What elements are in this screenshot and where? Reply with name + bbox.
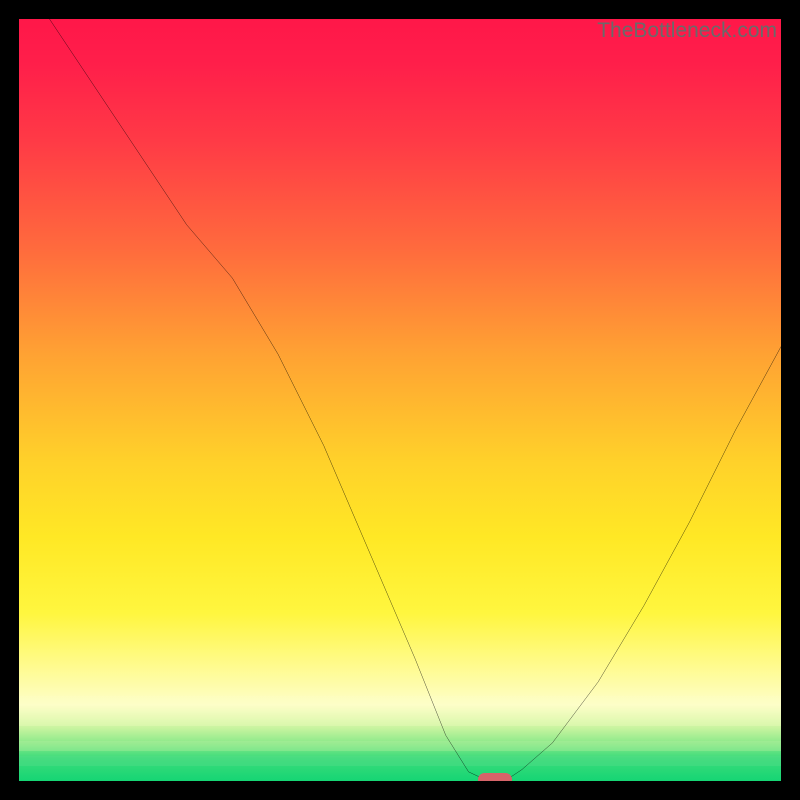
chart-frame: TheBottleneck.com — [0, 0, 800, 800]
bottleneck-curve — [19, 19, 781, 781]
curve-minimum-marker — [478, 773, 512, 781]
plot-area: TheBottleneck.com — [19, 19, 781, 781]
watermark-label: TheBottleneck.com — [597, 19, 777, 43]
